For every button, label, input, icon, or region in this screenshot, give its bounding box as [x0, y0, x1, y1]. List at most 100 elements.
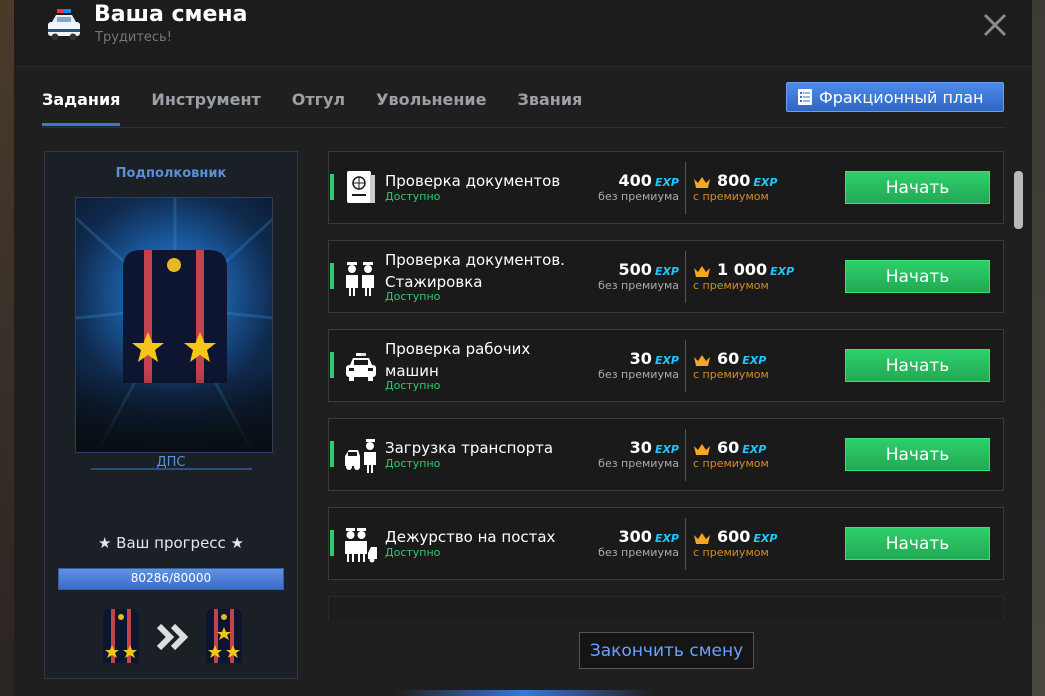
crown-icon	[694, 354, 710, 366]
exp-label: EXP	[753, 532, 778, 545]
end-shift-button[interactable]: Закончить смену	[579, 632, 754, 669]
start-task-button[interactable]: Начать	[845, 260, 990, 293]
task-name: Проверка документов	[385, 172, 561, 190]
reward-divider	[685, 518, 686, 570]
tab-bar: Задания Инструмент Отгул Увольнение Зван…	[42, 88, 613, 128]
reward-premium-caption: с премиумом	[693, 546, 769, 559]
police-car-icon	[346, 353, 376, 381]
reward-divider	[685, 429, 686, 481]
task-status: Доступно	[385, 457, 441, 470]
start-task-button[interactable]: Начать	[845, 438, 990, 471]
task-accent	[330, 263, 334, 289]
tab-dismissal[interactable]: Увольнение	[376, 88, 486, 126]
start-task-button[interactable]: Начать	[845, 171, 990, 204]
officers-icon	[346, 262, 374, 296]
tab-tools[interactable]: Инструмент	[151, 88, 260, 126]
exp-label: EXP	[770, 265, 795, 278]
task-row: Проверка рабочих машин Доступно 30 EXP бе…	[328, 329, 1004, 402]
rank-insignia-image	[75, 197, 273, 453]
tab-day-off[interactable]: Отгул	[292, 88, 345, 126]
task-accent	[330, 352, 334, 378]
reward-premium: 60 EXP с премиумом	[693, 438, 803, 470]
reward-base-caption: без премиума	[598, 190, 679, 203]
reward-premium: 600 EXP с премиумом	[693, 527, 803, 559]
reward-base-value: 300	[618, 527, 652, 546]
rank-title: Подполковник	[115, 166, 227, 181]
faction-plan-label: Фракционный план	[819, 87, 984, 107]
scrollbar-thumb[interactable]	[1014, 171, 1023, 229]
reward-premium-caption: с премиумом	[693, 190, 769, 203]
exp-label: EXP	[753, 176, 778, 189]
exp-label: EXP	[654, 265, 679, 278]
start-task-button[interactable]: Начать	[845, 527, 990, 560]
reward-premium-value: 800	[717, 171, 751, 190]
task-name: Загрузка транспорта	[385, 439, 554, 457]
task-accent	[330, 441, 334, 467]
background-left	[0, 0, 14, 696]
progress-text: 80286/80000	[130, 571, 212, 585]
background-right	[1031, 0, 1045, 696]
reward-premium-caption: с премиумом	[693, 457, 769, 470]
crown-icon	[694, 443, 710, 455]
reward-base: 400 EXP без премиума	[575, 171, 679, 203]
reward-base-value: 500	[618, 260, 652, 279]
window-title: Ваша смена	[94, 2, 248, 27]
reward-divider	[685, 251, 686, 303]
progress-bar: 80286/80000	[58, 568, 284, 590]
checklist-icon	[798, 89, 812, 105]
task-row-partial	[328, 596, 1004, 621]
task-row: Загрузка транспорта Доступно 30 EXP без п…	[328, 418, 1004, 491]
reward-base-caption: без премиума	[598, 546, 679, 559]
reward-premium-value: 60	[717, 349, 740, 368]
department-label: ДПС	[156, 455, 186, 470]
task-status: Доступно	[385, 290, 441, 303]
chevrons-right-icon	[156, 623, 189, 651]
task-status: Доступно	[385, 546, 441, 559]
faction-plan-button[interactable]: Фракционный план	[786, 82, 1004, 112]
reward-premium: 60 EXP с премиумом	[693, 349, 803, 381]
exp-label: EXP	[654, 354, 679, 367]
task-status: Доступно	[385, 379, 441, 392]
window-subtitle: Трудитесь!	[95, 30, 172, 45]
exp-label: EXP	[742, 443, 767, 456]
task-accent	[330, 530, 334, 556]
passport-icon	[347, 171, 375, 203]
task-row: Дежурство на постах Доступно 300 EXP без …	[328, 507, 1004, 580]
reward-divider	[685, 162, 686, 214]
police-car-icon	[48, 9, 80, 41]
start-task-button[interactable]: Начать	[845, 349, 990, 382]
tab-ranks[interactable]: Звания	[517, 88, 582, 126]
reward-premium-value: 60	[717, 438, 740, 457]
reward-base-value: 30	[629, 438, 652, 457]
reward-base: 300 EXP без премиума	[575, 527, 679, 559]
progress-label: ★ Ваш прогресс ★	[97, 534, 245, 552]
reward-premium-caption: с премиумом	[693, 368, 769, 381]
shift-window: Ваша смена Трудитесь! Задания Инструмент…	[14, 0, 1032, 696]
rank-card: Подполковник ДПС ★ Ваш прогресс ★ 80286/…	[44, 151, 298, 679]
task-list[interactable]: Проверка документов Доступно 400 EXP без …	[328, 151, 1004, 621]
reward-premium-value: 600	[717, 527, 751, 546]
exp-label: EXP	[742, 354, 767, 367]
reward-base-caption: без премиума	[598, 368, 679, 381]
task-accent	[330, 174, 334, 200]
reward-base: 500 EXP без премиума	[575, 260, 679, 292]
task-row: Проверка документов Доступно 400 EXP без …	[328, 151, 1004, 224]
patrol-post-icon	[345, 528, 377, 563]
reward-premium: 1 000 EXP с премиумом	[693, 260, 803, 292]
tow-truck-icon	[345, 439, 376, 473]
reward-base-value: 400	[618, 171, 652, 190]
tab-tasks[interactable]: Задания	[42, 88, 121, 126]
close-icon[interactable]	[980, 10, 1010, 40]
task-name: Дежурство на постах	[385, 528, 556, 546]
task-status: Доступно	[385, 190, 441, 203]
reward-premium: 800 EXP с премиумом	[693, 171, 803, 203]
reward-base-caption: без премиума	[598, 279, 679, 292]
bottom-glow	[394, 690, 654, 696]
window-header: Ваша смена Трудитесь!	[14, 0, 1032, 67]
crown-icon	[694, 265, 710, 277]
crown-icon	[694, 176, 710, 188]
exp-label: EXP	[654, 443, 679, 456]
reward-divider	[685, 340, 686, 392]
reward-base: 30 EXP без премиума	[575, 438, 679, 470]
crown-icon	[694, 532, 710, 544]
